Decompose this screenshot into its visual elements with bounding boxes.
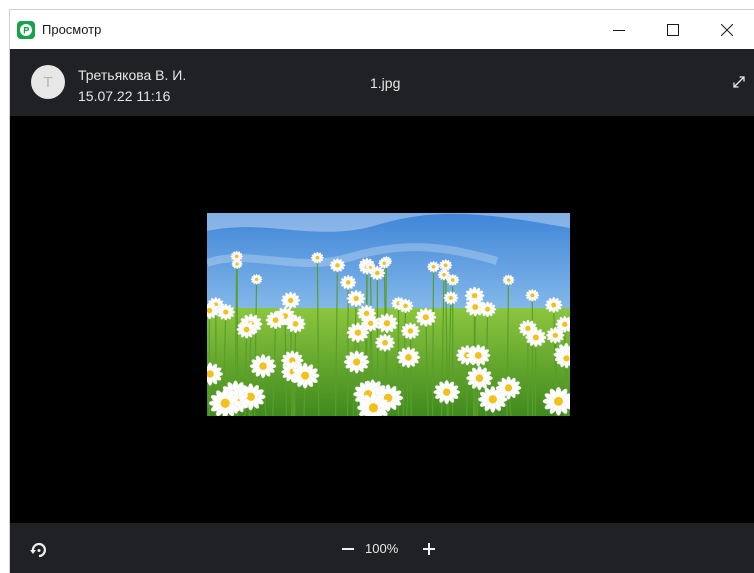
daisy-field-photo	[207, 213, 570, 416]
image-viewport[interactable]	[10, 116, 754, 523]
close-button[interactable]	[700, 10, 754, 49]
minimize-icon	[613, 29, 625, 31]
title-bar: Просмотр	[10, 10, 754, 49]
zoom-toolbar: 100%	[10, 523, 754, 573]
upload-date: 15.07.22 11:16	[78, 88, 171, 104]
author-name: Третьякова В. И.	[78, 67, 187, 83]
preview-image[interactable]	[207, 213, 570, 416]
plus-icon	[423, 543, 435, 555]
maximize-icon	[667, 23, 679, 36]
fullscreen-button[interactable]	[731, 74, 747, 90]
maximize-button[interactable]	[646, 10, 700, 49]
avatar-initial: Т	[43, 73, 53, 91]
file-name: 1.jpg	[370, 75, 401, 91]
expand-icon	[733, 76, 745, 88]
rotate-icon	[30, 542, 46, 558]
zoom-in-button[interactable]	[421, 541, 437, 557]
file-info-bar: Т Третьякова В. И. 15.07.22 11:16 1.jpg	[10, 49, 754, 116]
minus-icon	[342, 548, 354, 550]
avatar: Т	[31, 65, 65, 99]
zoom-out-button[interactable]	[340, 541, 356, 557]
close-icon	[721, 23, 733, 36]
window-title: Просмотр	[42, 22, 102, 37]
minimize-button[interactable]	[592, 10, 646, 49]
rotate-button[interactable]	[29, 541, 47, 559]
viewer-window: Просмотр Т Третьякова В. И. 15.07.22 11:…	[10, 10, 754, 573]
window-controls	[592, 10, 754, 49]
app-logo-icon	[17, 20, 35, 39]
zoom-level: 100%	[365, 541, 399, 556]
